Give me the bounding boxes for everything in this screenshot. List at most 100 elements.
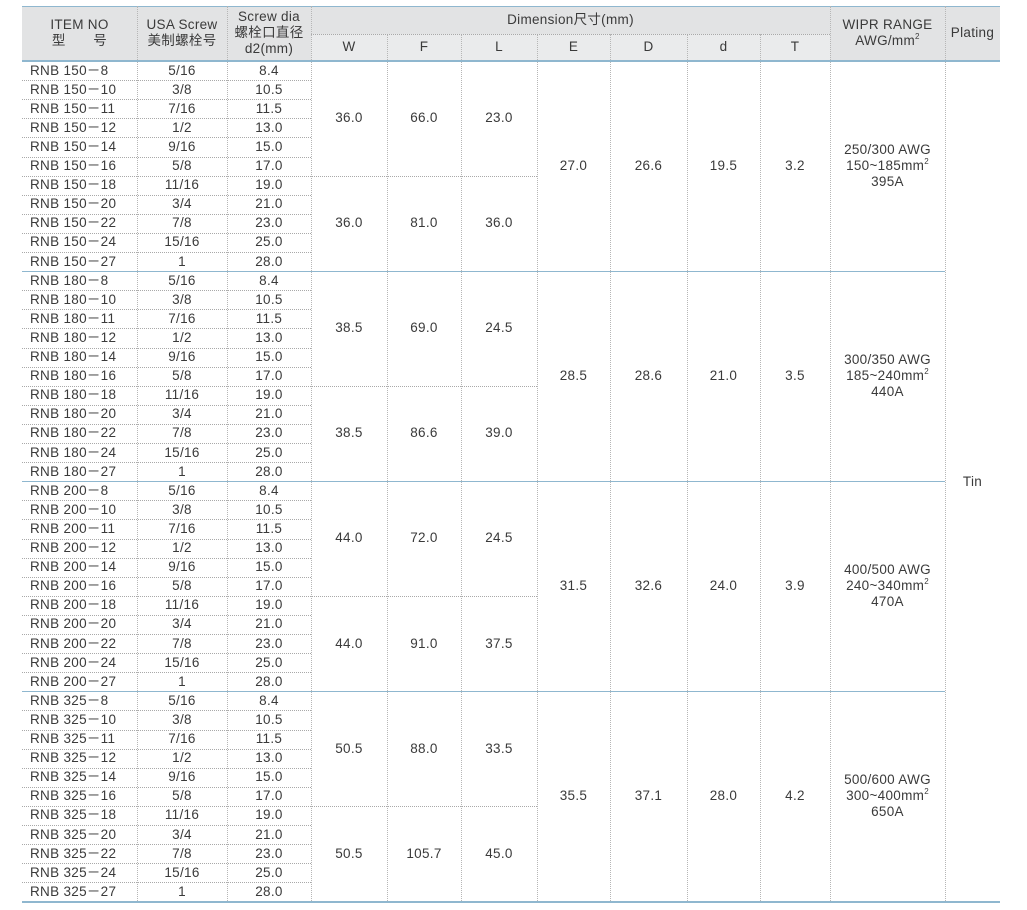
usa-screw-cn: 美制螺栓号 [147,33,217,48]
usa-screw-cell: 5/8 [172,368,192,384]
item-no-cell: RNB 325－12 [30,750,117,766]
item-no-cell: RNB 200－27 [30,673,117,689]
screw-dia-cell: 19.0 [255,387,283,403]
usa-screw-cell: 1 [178,463,186,479]
screw-dia-cell: 19.0 [255,597,283,613]
usa-screw-cell: 3/8 [172,81,192,97]
header-divider [760,34,761,60]
header-divider [945,6,946,60]
item-no-cell: RNB 150－27 [30,253,117,269]
dim-f-lower: 105.7 [406,845,442,861]
header-divider [461,34,462,60]
screw-dia-cell: 10.5 [255,81,283,97]
table-bottom-rule [22,901,1000,904]
dim-d-inner-cell: 21.0 [709,368,738,384]
wipr-mm-sup: 2 [924,367,929,377]
dim-w-lower: 50.5 [335,845,363,861]
usa-screw-cell: 11/16 [164,177,200,193]
wipr-mm-sup: 2 [924,787,929,797]
dim-d-inner-cell: 28.0 [709,788,738,804]
item-no-cell: RNB 200－10 [30,501,117,517]
subgroup-divider [311,175,537,177]
wipr-mm-wrap: 185~240mm2 [846,368,929,384]
dim-f-upper: 69.0 [410,320,438,336]
item-no-cell: RNB 180－14 [30,349,117,365]
wipr-awg: 300/350 AWG [844,352,931,368]
usa-screw-cell: 5/16 [168,272,196,288]
usa-screw-cell: 7/16 [168,731,196,747]
screw-dia-cell: 8.4 [259,692,279,708]
usa-screw-cell: 11/16 [164,597,200,613]
dim-l-upper: 33.5 [485,740,513,756]
screw-dia-cell: 8.4 [259,482,279,498]
header-dim-e: E [537,34,610,60]
screw-dia-cell: 21.0 [255,616,283,632]
usa-screw-cell: 3/4 [172,826,192,842]
item-no-cell: RNB 325－20 [30,826,117,842]
wipr-mm-wrap: 300~400mm2 [846,788,929,804]
item-no-cell: RNB 200－11 [30,520,116,536]
usa-screw-cell: 3/8 [172,711,192,727]
wipr-mm: 185~240mm [846,368,925,384]
usa-screw-cell: 1 [178,883,186,899]
usa-screw-cell: 9/16 [168,349,196,365]
item-no-cell: RNB 150－11 [30,100,116,116]
header-divider [387,34,388,60]
screw-dia-cell: 28.0 [255,673,283,689]
dim-f-lower: 81.0 [410,215,438,231]
item-no-cell: RNB 325－24 [30,864,117,880]
header-dim-f: F [387,34,461,60]
screw-dia-cell: 25.0 [255,234,283,250]
dim-w-upper: 50.5 [335,740,363,756]
dim-d-outer-cell: 26.6 [634,158,663,174]
screw-dia-cell: 28.0 [255,253,283,269]
header-mid-rule [311,34,830,35]
wipr-unit-wrap: AWG/mm2 [855,33,920,49]
wipr-mm: 150~185mm [846,158,925,174]
usa-screw-cell: 7/16 [168,520,196,536]
screw-dia-cell: 8.4 [259,62,279,78]
item-no-cell: RNB 180－8 [30,272,109,288]
usa-screw-cell: 7/16 [168,310,196,326]
item-no-cell: RNB 150－10 [30,81,117,97]
item-no-cell: RNB 200－12 [30,540,117,556]
item-no-cell: RNB 200－8 [30,482,109,498]
wipr-mm-wrap: 150~185mm2 [846,158,929,174]
screw-dia-cell: 19.0 [255,807,283,823]
screw-dia-cell: 23.0 [255,635,283,651]
header-usa-screw: USA Screw 美制螺栓号 [137,6,227,60]
screw-dia-cell: 11.5 [255,520,283,536]
item-no-cell: RNB 150－18 [30,177,117,193]
dim-w-lower: 38.5 [335,425,363,441]
screw-dia-cell: 19.0 [255,177,283,193]
dim-l-upper: 24.5 [485,320,513,336]
dim-w-upper: 36.0 [335,110,363,126]
screw-dia-cell: 17.0 [255,368,283,384]
item-no-cell: RNB 180－20 [30,406,117,422]
dim-t-cell: 3.2 [785,158,805,174]
header-divider [830,6,831,60]
item-no-cell: RNB 150－20 [30,196,117,212]
column-divider [537,62,538,902]
usa-screw-cell: 1 [178,673,186,689]
dim-d-outer-cell: 32.6 [634,578,663,594]
screw-dia-cell: 15.0 [255,138,283,154]
screw-dia-cell: 13.0 [255,540,283,556]
column-divider [227,62,228,902]
wipr-unit-sup: 2 [915,32,920,41]
usa-screw-cell: 7/8 [172,635,192,651]
screw-dia-en: Screw dia [238,9,300,24]
usa-screw-cell: 15/16 [164,864,200,880]
dim-d-outer-cell: 37.1 [634,788,663,804]
screw-dia-cell: 25.0 [255,864,283,880]
dim-f-upper: 88.0 [410,740,438,756]
item-no-cell: RNB 200－22 [30,635,117,651]
usa-screw-cell: 5/16 [168,62,196,78]
item-no-cell: RNB 150－16 [30,158,117,174]
screw-dia-cell: 8.4 [259,272,279,288]
wipr-amp: 470A [871,594,904,610]
screw-dia-cell: 21.0 [255,826,283,842]
column-divider [760,62,761,902]
header-dim-t: T [760,34,830,60]
column-divider [830,62,831,902]
